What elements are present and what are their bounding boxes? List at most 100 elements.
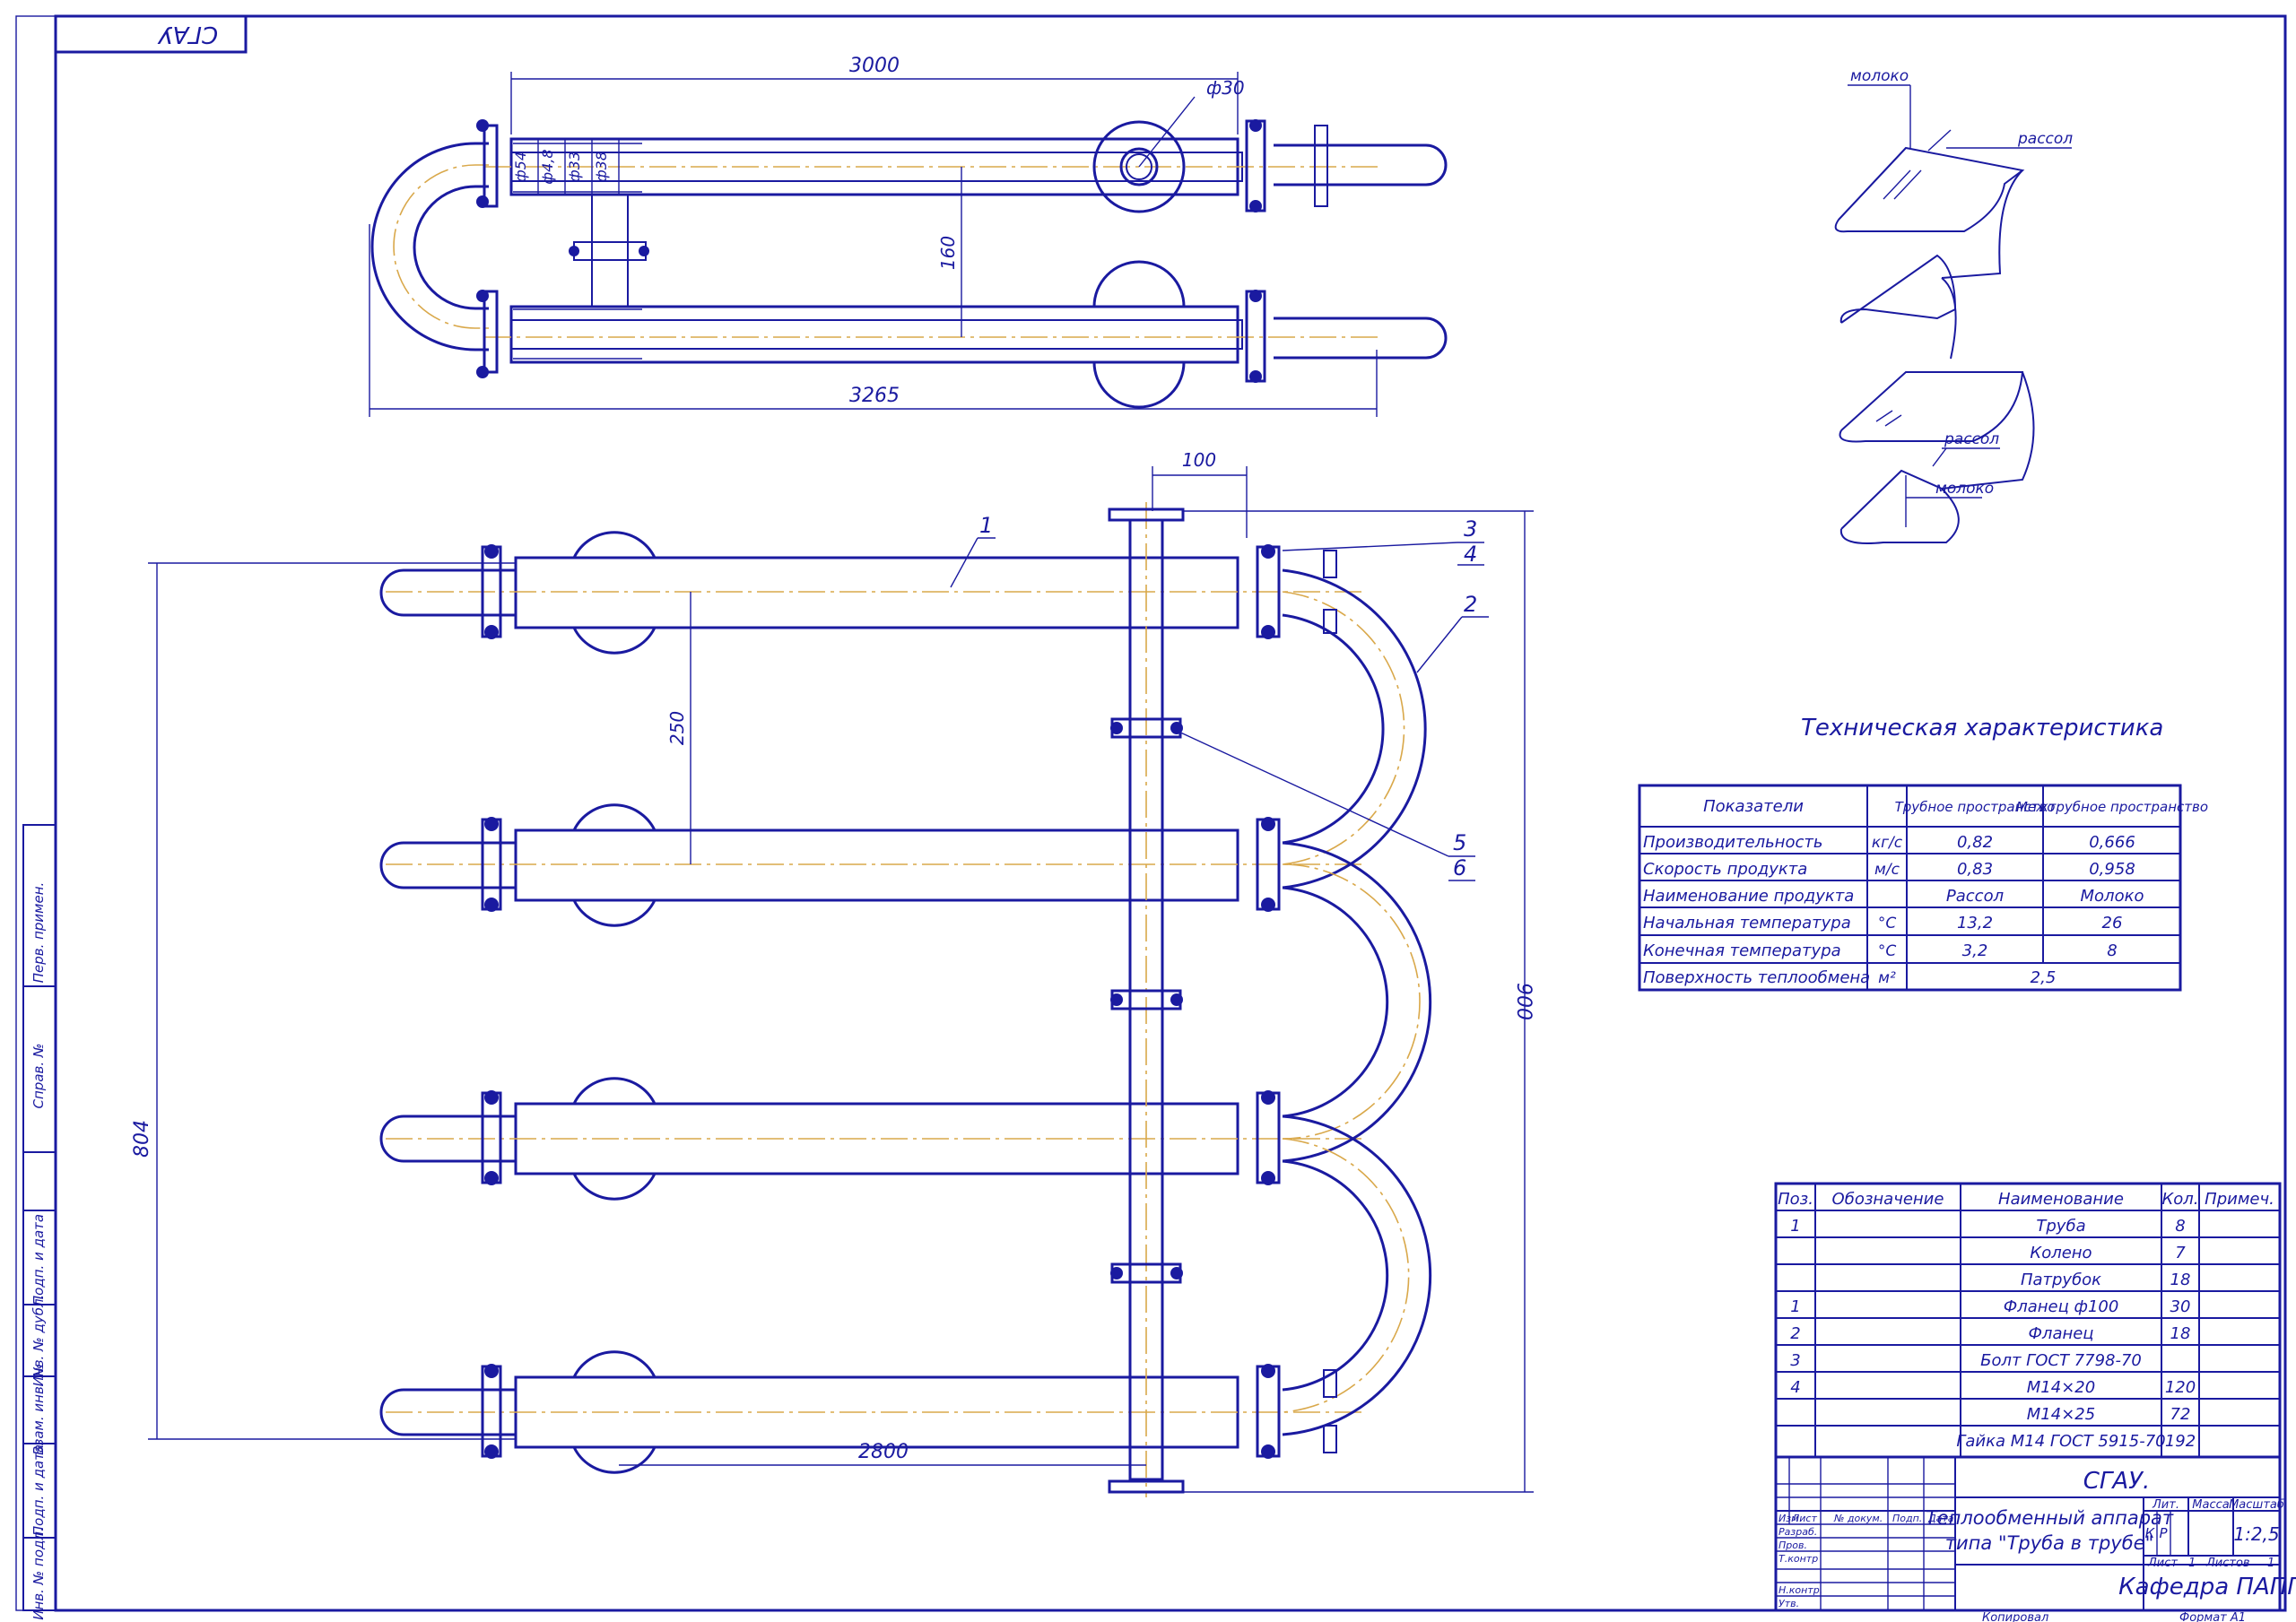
svg-text:Патрубок: Патрубок <box>2021 1271 2101 1289</box>
svg-text:7: 7 <box>2175 1244 2186 1262</box>
svg-text:120: 120 <box>2165 1378 2196 1397</box>
svg-text:Наименование продукта: Наименование продукта <box>1643 887 1854 906</box>
svg-text:Лист: Лист <box>2147 1557 2178 1570</box>
svg-text:Масса: Масса <box>2192 1498 2229 1512</box>
svg-text:Листов: Листов <box>2205 1557 2250 1570</box>
svg-text:1: 1 <box>1790 1217 1800 1236</box>
dim-100: 100 <box>1182 449 1216 471</box>
callout-2: 2 <box>1464 592 1477 617</box>
svg-text:Н.контр.: Н.контр. <box>1779 1584 1822 1596</box>
svg-text:0,83: 0,83 <box>1957 860 1993 879</box>
svg-text:Труба: Труба <box>2036 1217 2085 1236</box>
svg-text:192: 192 <box>2165 1432 2196 1451</box>
callout-4: 4 <box>1464 542 1477 567</box>
svg-text:№ докум.: № докум. <box>1833 1513 1883 1524</box>
svg-text:м/с: м/с <box>1874 861 1900 879</box>
tube-row-2 <box>379 803 1363 927</box>
svg-text:Начальная температура: Начальная температура <box>1643 914 1851 932</box>
tube-row-3 <box>379 1077 1363 1201</box>
top-shell-lower <box>509 305 1239 364</box>
side-label-4: Взам. инв. № <box>30 1364 47 1455</box>
top-bend-outer <box>370 142 489 351</box>
svg-text:Формат А1: Формат А1 <box>2179 1611 2246 1622</box>
svg-text:72: 72 <box>2170 1405 2191 1424</box>
svg-text:М14×25: М14×25 <box>2027 1405 2095 1424</box>
dim-900: 900 <box>1512 983 1535 1020</box>
dim-port: ф30 <box>1206 77 1245 99</box>
svg-text:Пров.: Пров. <box>1779 1540 1807 1551</box>
flow-brine-bottom: рассол <box>1944 430 1999 448</box>
svg-text:Лист: Лист <box>1791 1513 1817 1524</box>
svg-text:Копировал: Копировал <box>1982 1611 2048 1622</box>
svg-text:18: 18 <box>2170 1271 2191 1289</box>
svg-text:ф33: ф33 <box>566 152 583 182</box>
svg-text:Производительность: Производительность <box>1643 833 1822 852</box>
side-label-5: Подп. и дата <box>30 1444 47 1536</box>
side-label-2: Подп. и дата <box>30 1214 47 1305</box>
dim-3265: 3265 <box>849 385 900 407</box>
svg-text:2,5: 2,5 <box>2031 968 2057 987</box>
spec-table: Техническая характеристика Показатели Тр… <box>1638 715 2208 992</box>
bom-table: Поз. Обозначение Наименование Кол. Приме… <box>1774 1182 2282 1459</box>
svg-text:0,958: 0,958 <box>2089 860 2135 879</box>
spec-h3: Межтрубное пространство <box>2016 799 2208 815</box>
svg-text:3,2: 3,2 <box>1962 941 1988 960</box>
callout-1: 1 <box>979 513 993 538</box>
svg-text:0,82: 0,82 <box>1957 833 1993 852</box>
svg-text:Поверхность теплообмена: Поверхность теплообмена <box>1643 968 1870 987</box>
side-label-0: Перв. примен. <box>30 882 47 984</box>
svg-text:1: 1 <box>1790 1297 1800 1316</box>
svg-text:Подп.: Подп. <box>1892 1513 1922 1524</box>
callout-5: 5 <box>1453 830 1466 855</box>
svg-text:Молоко: Молоко <box>2081 887 2144 906</box>
callout-6: 6 <box>1453 855 1466 880</box>
svg-text:Рассол: Рассол <box>1946 887 2004 906</box>
svg-text:18: 18 <box>2170 1324 2191 1343</box>
tube-row-1 <box>379 531 1363 655</box>
side-label-1: Справ. № <box>30 1044 47 1109</box>
svg-text:Фланец: Фланец <box>2028 1324 2093 1343</box>
svg-text:Поз.: Поз. <box>1778 1190 1813 1209</box>
flow-scheme: молоко рассол рассол молоко <box>1834 67 2073 544</box>
org-name: СГАУ. <box>2083 1468 2151 1495</box>
side-strip: Перв. примен. Справ. № Подп. и дата Инв.… <box>22 824 57 1620</box>
left-flanges <box>481 544 502 1459</box>
svg-text:1: 1 <box>2188 1557 2196 1570</box>
svg-text:Наименование: Наименование <box>1998 1190 2124 1209</box>
department: Кафедра ПАПП <box>2118 1574 2296 1600</box>
svg-text:Кол.: Кол. <box>2161 1190 2198 1209</box>
svg-text:8: 8 <box>2107 941 2117 960</box>
svg-text:2: 2 <box>1790 1324 1800 1343</box>
svg-text:Скорость продукта: Скорость продукта <box>1643 860 1807 879</box>
svg-text:0,666: 0,666 <box>2089 833 2135 852</box>
svg-text:°С: °С <box>1878 915 1897 932</box>
dim-2800: 2800 <box>858 1441 909 1463</box>
drawing-name-2: типа "Труба в трубе" <box>1945 1532 2153 1554</box>
svg-text:4: 4 <box>1790 1378 1800 1397</box>
svg-text:ф4,8: ф4,8 <box>539 149 556 184</box>
top-view: 3000 3265 160 ф30 ф54 ф4,8 ф33 ф38 <box>369 55 1448 417</box>
spec-h0: Показатели <box>1703 797 1804 816</box>
callout-3: 3 <box>1464 516 1477 542</box>
svg-text:1: 1 <box>2267 1557 2274 1570</box>
title-block: Изм Лист № докум. Подп. Дата Разраб. Про… <box>1774 1455 2296 1622</box>
svg-text:Примеч.: Примеч. <box>2205 1190 2274 1209</box>
dim-3000: 3000 <box>849 55 900 77</box>
scale-value: 1:2,5 <box>2233 1523 2279 1545</box>
svg-text:Лит.: Лит. <box>2152 1498 2179 1512</box>
svg-text:кг/с: кг/с <box>1872 834 1903 852</box>
svg-text:Болт ГОСТ 7798-70: Болт ГОСТ 7798-70 <box>1980 1351 2142 1370</box>
dim-804: 804 <box>131 1120 153 1158</box>
svg-text:К: К <box>2145 1525 2156 1541</box>
svg-text:ф54: ф54 <box>512 152 529 182</box>
stamp-text: СГАУ <box>157 21 218 48</box>
svg-text:°С: °С <box>1878 942 1897 960</box>
flow-milk-bottom: молоко <box>1935 480 1994 498</box>
svg-text:Обозначение: Обозначение <box>1832 1190 1944 1209</box>
flow-brine-top: рассол <box>2017 130 2073 148</box>
flow-milk-top: молоко <box>1850 67 1909 85</box>
svg-text:8: 8 <box>2175 1217 2185 1236</box>
svg-text:Масштаб: Масштаб <box>2229 1498 2284 1512</box>
svg-text:Р: Р <box>2159 1525 2168 1541</box>
front-view: 100 250 804 900 2800 1 2 3 4 5 6 <box>131 449 1535 1497</box>
